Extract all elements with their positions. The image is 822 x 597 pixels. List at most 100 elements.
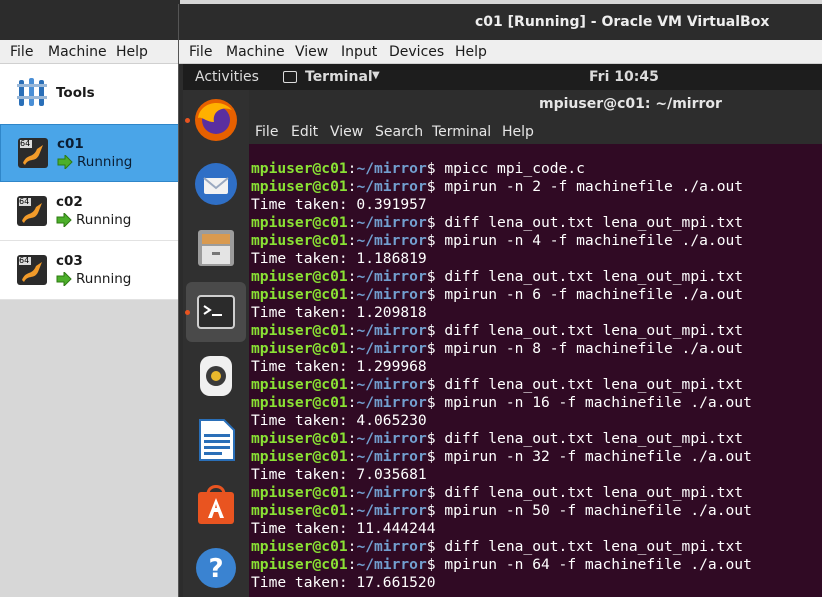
- virtualbox-manager-window: File Machine Help Tools 64 c01 Running 6…: [0, 0, 180, 597]
- command-text: diff lena_out.txt lena_out_mpi.txt: [435, 214, 744, 231]
- prompt-dollar: $: [426, 214, 436, 231]
- terminal-command-line: mpiuser@c01:~/mirror$ diff lena_out.txt …: [251, 538, 822, 556]
- dock-help[interactable]: ?: [186, 538, 246, 597]
- prompt-path: ~/mirror: [356, 268, 427, 285]
- prompt-path: ~/mirror: [356, 214, 427, 231]
- vm-item-c02[interactable]: 64 c02 Running: [0, 183, 180, 241]
- rhythmbox-icon: [200, 356, 232, 396]
- terminal-command-line: mpiuser@c01:~/mirror$ mpicc mpi_code.c: [251, 160, 822, 178]
- vm-menu-input[interactable]: Input: [341, 44, 377, 60]
- terminal-command-line: mpiuser@c01:~/mirror$ mpirun -n 32 -f ma…: [251, 448, 822, 466]
- running-indicator: [185, 310, 190, 315]
- vm-badge: 64: [19, 197, 30, 206]
- dock-software-center[interactable]: [186, 474, 246, 534]
- prompt-path: ~/mirror: [356, 376, 427, 393]
- dock-libreoffice-writer[interactable]: [186, 410, 246, 470]
- vm-menu-help[interactable]: Help: [455, 44, 487, 60]
- vm-item-c01[interactable]: 64 c01 Running: [0, 124, 180, 182]
- prompt-dollar: $: [426, 448, 436, 465]
- terminal-app-icon: [283, 71, 297, 83]
- prompt-user: mpiuser@c01: [251, 502, 348, 519]
- prompt-dollar: $: [426, 232, 436, 249]
- output-text: Time taken: 1.186819: [251, 250, 427, 267]
- firefox-icon: [195, 99, 237, 141]
- command-text: diff lena_out.txt lena_out_mpi.txt: [435, 322, 744, 339]
- vm-badge: 64: [20, 139, 31, 148]
- output-text: Time taken: 0.391957: [251, 196, 427, 213]
- vm-menu-devices[interactable]: Devices: [389, 44, 444, 60]
- manager-menu-machine[interactable]: Machine: [48, 44, 107, 60]
- svg-text:?: ?: [208, 554, 223, 584]
- manager-menu-file[interactable]: File: [10, 44, 33, 60]
- prompt-path: ~/mirror: [356, 322, 427, 339]
- prompt-user: mpiuser@c01: [251, 178, 348, 195]
- output-text: Time taken: 11.444244: [251, 520, 436, 537]
- terminal-menu-help[interactable]: Help: [502, 124, 534, 140]
- app-menu-button[interactable]: Terminal: [305, 69, 373, 85]
- terminal-title: mpiuser@c01: ~/mirror: [539, 96, 722, 112]
- prompt-dollar: $: [426, 286, 436, 303]
- command-text: mpirun -n 4 -f machinefile ./a.out: [435, 232, 744, 249]
- vm-state: Running: [77, 154, 133, 170]
- dock-thunderbird[interactable]: [186, 154, 246, 214]
- dock-files[interactable]: [186, 218, 246, 278]
- dock-rhythmbox[interactable]: [186, 346, 246, 406]
- vm-menu-file[interactable]: File: [189, 44, 212, 60]
- prompt-user: mpiuser@c01: [251, 160, 348, 177]
- prompt-dollar: $: [426, 340, 436, 357]
- thunderbird-icon: [195, 163, 237, 205]
- terminal-menu-edit[interactable]: Edit: [291, 124, 318, 140]
- terminal-output-line: Time taken: 11.444244: [251, 520, 822, 538]
- vm-list: Tools 64 c01 Running 64 c02 Running 64 c…: [0, 64, 180, 300]
- manager-titlebar: [0, 0, 180, 40]
- prompt-path: ~/mirror: [356, 160, 427, 177]
- files-icon: [198, 230, 234, 266]
- terminal-icon: [197, 295, 235, 329]
- prompt-dollar: $: [426, 556, 436, 573]
- terminal-menu-terminal[interactable]: Terminal: [432, 124, 491, 140]
- clock[interactable]: Fri 10:45: [589, 69, 659, 85]
- prompt-path: ~/mirror: [356, 286, 427, 303]
- activities-button[interactable]: Activities: [195, 69, 259, 85]
- command-text: mpirun -n 2 -f machinefile ./a.out: [435, 178, 744, 195]
- manager-menu-help[interactable]: Help: [116, 44, 148, 60]
- command-text: mpirun -n 6 -f machinefile ./a.out: [435, 286, 744, 303]
- terminal-command-line: mpiuser@c01:~/mirror$ mpirun -n 6 -f mac…: [251, 286, 822, 304]
- dock-terminal[interactable]: [185, 282, 246, 342]
- terminal-command-line: mpiuser@c01:~/mirror$ diff lena_out.txt …: [251, 430, 822, 448]
- vm-item-c03[interactable]: 64 c03 Running: [0, 242, 180, 300]
- prompt-path: ~/mirror: [356, 430, 427, 447]
- terminal-command-line: mpiuser@c01:~/mirror$ diff lena_out.txt …: [251, 322, 822, 340]
- command-text: mpirun -n 32 -f machinefile ./a.out: [435, 448, 752, 465]
- output-text: Time taken: 1.209818: [251, 304, 427, 321]
- dock-firefox[interactable]: [185, 90, 246, 150]
- prompt-user: mpiuser@c01: [251, 430, 348, 447]
- prompt-dollar: $: [426, 376, 436, 393]
- command-text: mpicc mpi_code.c: [435, 160, 585, 177]
- output-text: Time taken: 17.661520: [251, 574, 436, 591]
- caret-down-icon: ▼: [372, 70, 380, 81]
- prompt-user: mpiuser@c01: [251, 484, 348, 501]
- vm-menu-view[interactable]: View: [295, 44, 328, 60]
- terminal-menu-search[interactable]: Search: [375, 124, 423, 140]
- terminal-output-line: Time taken: 0.391957: [251, 196, 822, 214]
- terminal-output[interactable]: mpiuser@c01:~/mirror$ mpicc mpi_code.c mp…: [251, 160, 822, 597]
- terminal-command-line: mpiuser@c01:~/mirror$ mpirun -n 8 -f mac…: [251, 340, 822, 358]
- terminal-titlebar[interactable]: mpiuser@c01: ~/mirror: [249, 90, 822, 120]
- command-text: mpirun -n 8 -f machinefile ./a.out: [435, 340, 744, 357]
- prompt-user: mpiuser@c01: [251, 286, 348, 303]
- prompt-dollar: $: [426, 430, 436, 447]
- ubuntu-dock: ?: [183, 90, 249, 597]
- tools-item[interactable]: Tools: [0, 64, 180, 124]
- vm-state: Running: [76, 271, 132, 287]
- vm-state: Running: [76, 212, 132, 228]
- vm-window-title: c01 [Running] - Oracle VM VirtualBox: [475, 14, 770, 30]
- terminal-menubar: File Edit View Search Terminal Help: [249, 120, 822, 144]
- vm-menu-machine[interactable]: Machine: [226, 44, 285, 60]
- command-text: mpirun -n 16 -f machinefile ./a.out: [435, 394, 752, 411]
- tools-icon: [17, 78, 47, 106]
- vm-window-titlebar[interactable]: c01 [Running] - Oracle VM VirtualBox: [179, 4, 822, 40]
- prompt-dollar: $: [426, 160, 436, 177]
- terminal-menu-file[interactable]: File: [255, 124, 278, 140]
- terminal-menu-view[interactable]: View: [330, 124, 363, 140]
